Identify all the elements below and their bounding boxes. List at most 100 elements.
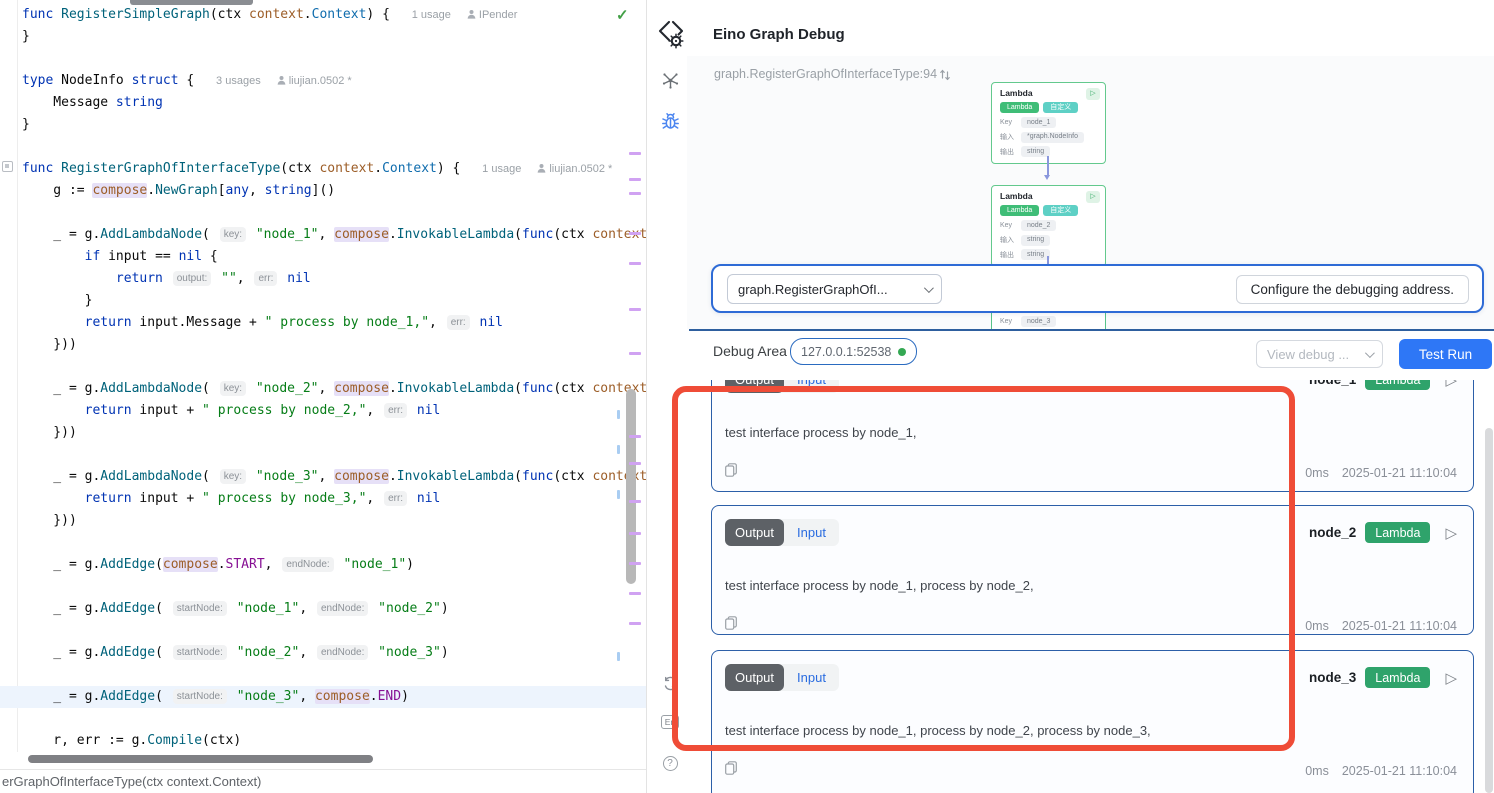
debug-address: 127.0.0.1:52538: [801, 345, 891, 359]
node-title: Lambda: [1000, 191, 1097, 201]
node-title: Lambda: [1000, 88, 1097, 98]
code-line: }: [22, 114, 30, 136]
code-editor[interactable]: func RegisterSimpleGraph(ctx context.Con…: [0, 0, 646, 793]
copy-icon[interactable]: [725, 616, 737, 635]
card-play-icon[interactable]: ▷: [1445, 380, 1457, 389]
node-row-label: Key: [1000, 119, 1014, 126]
debug-address-badge: 127.0.0.1:52538: [790, 338, 917, 365]
sort-icon[interactable]: [939, 68, 951, 86]
tab-output[interactable]: Output: [725, 664, 784, 691]
node-badge: Lambda: [1000, 205, 1039, 216]
graph-view-icon[interactable]: [659, 69, 681, 91]
vcs-change-marker: [629, 308, 641, 311]
vcs-change-marker: [629, 178, 641, 181]
stripe-marker: [617, 490, 620, 499]
graph-node-node3-fragment[interactable]: Keynode_3: [991, 313, 1106, 329]
card-output-text: test interface process by node_1,: [725, 425, 1457, 440]
graph-function-ref: graph.RegisterGraphOfInterfaceType:94: [714, 67, 937, 81]
code-line: return input + " process by node_2,", er…: [22, 400, 440, 422]
view-debug-label: View debug ...: [1267, 347, 1349, 362]
editor-vertical-scrollbar[interactable]: [626, 389, 636, 584]
node-row-value: node_1: [1021, 117, 1056, 128]
vcs-change-marker: [629, 192, 641, 195]
node-row-value: string: [1021, 146, 1050, 157]
card-output-text: test interface process by node_1, proces…: [725, 578, 1457, 593]
code-line: return input.Message + " process by node…: [22, 312, 503, 334]
code-line: _ = g.AddEdge(compose.START, endNode: "n…: [22, 554, 414, 576]
card-duration: 0ms: [1305, 466, 1329, 480]
code-line: type NodeInfo struct { 3 usagesliujian.0…: [22, 70, 352, 92]
code-line: func RegisterGraphOfInterfaceType(ctx co…: [22, 158, 612, 180]
code-line: _ = g.AddLambdaNode( key: "node_3", comp…: [22, 466, 646, 488]
card-timestamp: 2025-01-21 11:10:04: [1342, 619, 1457, 633]
chevron-down-icon: [924, 283, 934, 293]
output-list-scrollbar[interactable]: [1485, 428, 1493, 793]
panel-title: Eino Graph Debug: [713, 26, 845, 43]
output-card-node_2: OutputInputnode_2Lambda▷test interface p…: [711, 505, 1474, 635]
card-output-text: test interface process by node_1, proces…: [725, 723, 1457, 738]
node-row-value: string: [1021, 249, 1050, 260]
node-row-value: node_3: [1021, 316, 1056, 327]
node-row-value: *graph.NodeInfo: [1021, 132, 1084, 143]
copy-icon[interactable]: [725, 761, 737, 780]
node-play-button[interactable]: ▷: [1086, 88, 1100, 100]
code-line: r, err := g.Compile(ctx): [22, 730, 241, 752]
card-play-icon[interactable]: ▷: [1445, 669, 1457, 687]
node-badge: 自定义: [1043, 102, 1078, 113]
card-node-name: node_3: [1309, 670, 1356, 685]
debug-output-list[interactable]: OutputInputnode_1Lambda▷test interface p…: [701, 380, 1485, 793]
input-method-badge[interactable]: En: [659, 711, 681, 733]
node-row-label: 输出: [1000, 147, 1014, 157]
code-line: if input == nil {: [22, 246, 218, 268]
graph-select-dropdown[interactable]: graph.RegisterGraphOfI...: [727, 274, 942, 304]
tab-input[interactable]: Input: [784, 664, 839, 691]
configure-address-button[interactable]: Configure the debugging address.: [1236, 275, 1469, 304]
refresh-icon[interactable]: [659, 672, 681, 694]
graph-node-card[interactable]: LambdaLambda自定义Keynode_1输入*graph.NodeInf…: [991, 82, 1106, 164]
vcs-change-marker: [629, 435, 641, 438]
output-card-node_3: OutputInput node_3 Lambda ▷ test interface p…: [711, 650, 1474, 793]
code-line: }: [22, 26, 30, 48]
help-icon[interactable]: ?: [659, 752, 681, 774]
tab-input[interactable]: Input: [784, 519, 839, 546]
code-line: })): [22, 422, 77, 444]
breadcrumb-bar: erGraphOfInterfaceType(ctx context.Conte…: [0, 769, 646, 793]
tab-input[interactable]: Input: [784, 380, 839, 393]
card-lambda-badge: Lambda: [1365, 380, 1430, 390]
vcs-change-marker: [629, 352, 641, 355]
view-debug-dropdown[interactable]: View debug ...: [1256, 340, 1383, 368]
tab-output[interactable]: Output: [725, 380, 784, 393]
card-node-name: node_1: [1309, 380, 1356, 387]
code-line: Message string: [22, 92, 163, 114]
code-line: g := compose.NewGraph[any, string](): [22, 180, 335, 202]
debug-bug-icon[interactable]: [659, 110, 681, 132]
code-area[interactable]: func RegisterSimpleGraph(ctx context.Con…: [0, 0, 646, 752]
editor-horizontal-scrollbar[interactable]: [28, 755, 373, 763]
graph-node-card[interactable]: LambdaLambda自定义Keynode_2输入string输出string…: [991, 185, 1106, 267]
code-line: _ = g.AddEdge( startNode: "node_3", comp…: [22, 686, 409, 708]
breadcrumb[interactable]: erGraphOfInterfaceType(ctx context.Conte…: [2, 774, 261, 789]
copy-icon[interactable]: [725, 463, 737, 482]
code-line: return input + " process by node_3,", er…: [22, 488, 440, 510]
debug-area-label: Debug Area: [713, 343, 787, 359]
card-lambda-badge: Lambda: [1365, 667, 1430, 688]
test-run-button[interactable]: Test Run: [1399, 339, 1492, 369]
card-play-icon[interactable]: ▷: [1445, 524, 1457, 542]
stripe-marker: [617, 652, 620, 661]
debug-toolbar: Debug Area 127.0.0.1:52538 View debug ..…: [688, 331, 1494, 380]
code-line: func RegisterSimpleGraph(ctx context.Con…: [22, 4, 517, 26]
node-play-button[interactable]: ▷: [1086, 191, 1100, 203]
node-badge: 自定义: [1043, 205, 1078, 216]
edge-node2-node3: [1047, 256, 1049, 264]
code-line: })): [22, 334, 77, 356]
vcs-change-marker: [629, 622, 641, 625]
inspections-ok-icon[interactable]: ✓: [616, 6, 629, 24]
eino-logo-icon: [655, 17, 687, 56]
node-row-value: string: [1021, 235, 1050, 246]
tab-output[interactable]: Output: [725, 519, 784, 546]
vcs-change-marker: [629, 500, 641, 503]
graph-selector-bar: graph.RegisterGraphOfI... Configure the …: [711, 264, 1484, 313]
node-row-label: 输出: [1000, 250, 1014, 260]
card-node-name: node_2: [1309, 525, 1356, 540]
output-card-node_1: OutputInput node_1 Lambda ▷ test interface p…: [711, 380, 1474, 492]
